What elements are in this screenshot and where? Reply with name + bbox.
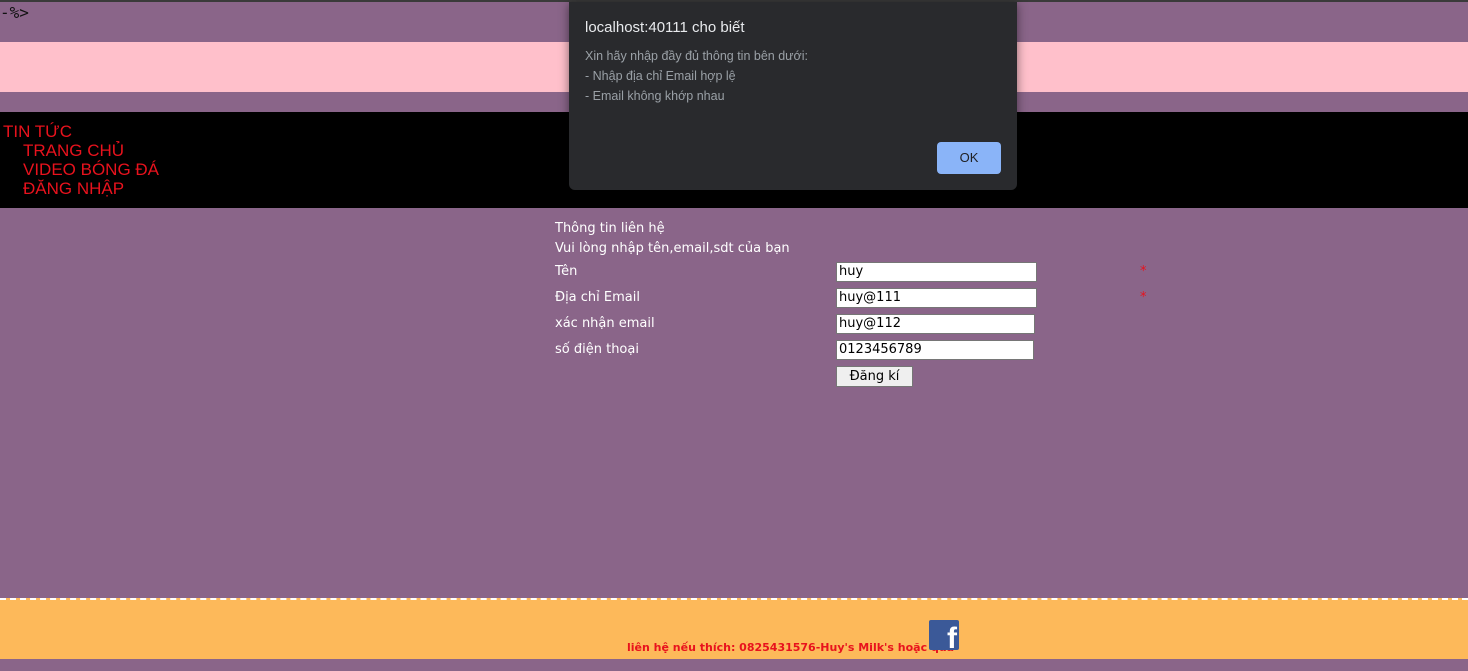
dialog-ok-button[interactable]: OK	[937, 142, 1001, 174]
name-label: Tên	[555, 264, 578, 279]
register-button[interactable]: Đăng kí	[836, 366, 913, 387]
confirm-email-input[interactable]: huy@112	[836, 314, 1035, 334]
stray-template-text: -%>	[0, 3, 29, 22]
dialog-message-line: - Email không khớp nhau	[585, 89, 725, 103]
email-input[interactable]: huy@111	[836, 288, 1037, 308]
dialog-message-line: - Nhập địa chỉ Email hợp lệ	[585, 69, 736, 83]
phone-input[interactable]: 0123456789	[836, 340, 1034, 360]
nav-item-login[interactable]: ĐĂNG NHẬP	[23, 179, 124, 199]
email-required-mark: *	[1140, 290, 1147, 305]
facebook-icon[interactable]: f	[929, 620, 959, 650]
footer-contact-text: liên hệ nếu thích: 0825431576-Huy's Milk…	[627, 641, 955, 654]
footer: liên hệ nếu thích: 0825431576-Huy's Milk…	[0, 598, 1468, 659]
phone-label: số điện thoại	[555, 342, 639, 357]
dialog-message-line: Xin hãy nhập đầy đủ thông tin bên dưới:	[585, 49, 808, 63]
dialog-title: localhost:40111 cho biết	[585, 19, 745, 36]
form-heading: Thông tin liên hệ	[555, 221, 665, 236]
form-subheading: Vui lòng nhập tên,email,sdt của bạn	[555, 241, 790, 256]
confirm-email-label: xác nhận email	[555, 316, 655, 331]
nav-item-football-video[interactable]: VIDEO BÓNG ĐÁ	[23, 160, 159, 180]
alert-dialog: localhost:40111 cho biết Xin hãy nhập đầ…	[569, 2, 1017, 190]
name-required-mark: *	[1140, 264, 1147, 279]
nav-item-home[interactable]: TRANG CHỦ	[23, 141, 124, 161]
email-label: Địa chỉ Email	[555, 290, 640, 305]
name-input[interactable]: huy	[836, 262, 1037, 282]
nav-title[interactable]: TIN TỨC	[3, 122, 72, 142]
